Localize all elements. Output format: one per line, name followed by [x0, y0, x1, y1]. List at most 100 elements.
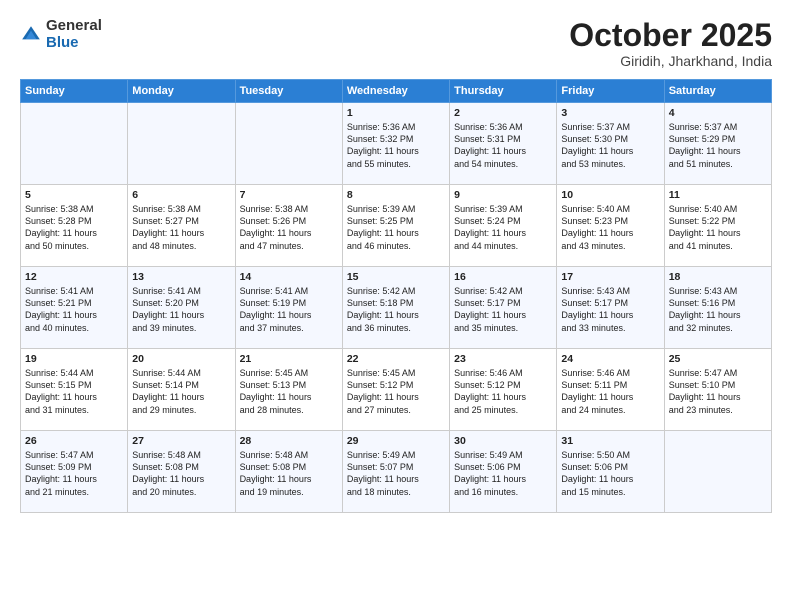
- day-info: Sunrise: 5:49 AMSunset: 5:07 PMDaylight:…: [347, 450, 419, 496]
- day-info: Sunrise: 5:47 AMSunset: 5:10 PMDaylight:…: [669, 368, 741, 414]
- day-cell: 14Sunrise: 5:41 AMSunset: 5:19 PMDayligh…: [235, 267, 342, 349]
- day-number: 31: [561, 435, 659, 447]
- day-cell: 28 Sunrise: 5:48 AMSunset: 5:08 PMDayligh…: [235, 431, 342, 513]
- logo-blue: Blue: [46, 35, 102, 52]
- weekday-header-wednesday: Wednesday: [342, 80, 449, 103]
- day-cell: 26Sunrise: 5:47 AMSunset: 5:09 PMDayligh…: [21, 431, 128, 513]
- day-cell: 20Sunrise: 5:44 AMSunset: 5:14 PMDayligh…: [128, 349, 235, 431]
- day-number: 29: [347, 435, 445, 447]
- day-info: Sunrise: 5:36 AMSunset: 5:31 PMDaylight:…: [454, 122, 526, 168]
- day-cell: 27 Sunrise: 5:48 AMSunset: 5:08 PMDayligh…: [128, 431, 235, 513]
- day-number: 5: [25, 189, 123, 201]
- day-number: 25: [669, 353, 767, 365]
- title-block: October 2025 Giridih, Jharkhand, India: [569, 18, 772, 69]
- day-cell: 11 Sunrise: 5:40 AMSunset: 5:22 PMDayligh…: [664, 185, 771, 267]
- day-number: 10: [561, 189, 659, 201]
- day-cell: 12 Sunrise: 5:41 AMSunset: 5:21 PMDayligh…: [21, 267, 128, 349]
- day-info: Sunrise: 5:39 AMSunset: 5:24 PMDaylight:…: [454, 204, 526, 250]
- page: General Blue October 2025 Giridih, Jhark…: [0, 0, 792, 612]
- day-number: 28: [240, 435, 338, 447]
- day-number: 16: [454, 271, 552, 283]
- header: General Blue October 2025 Giridih, Jhark…: [20, 18, 772, 69]
- day-cell: 6Sunrise: 5:38 AMSunset: 5:27 PMDaylight…: [128, 185, 235, 267]
- day-number: 24: [561, 353, 659, 365]
- day-cell: 24Sunrise: 5:46 AMSunset: 5:11 PMDayligh…: [557, 349, 664, 431]
- day-info: Sunrise: 5:48 AMSunset: 5:08 PMDaylight:…: [240, 450, 312, 496]
- logo-text: General Blue: [46, 18, 102, 51]
- day-number: 23: [454, 353, 552, 365]
- location: Giridih, Jharkhand, India: [569, 53, 772, 69]
- day-number: 30: [454, 435, 552, 447]
- day-info: Sunrise: 5:38 AMSunset: 5:26 PMDaylight:…: [240, 204, 312, 250]
- day-cell: 16 Sunrise: 5:42 AMSunset: 5:17 PMDayligh…: [450, 267, 557, 349]
- day-info: Sunrise: 5:44 AMSunset: 5:14 PMDaylight:…: [132, 368, 204, 414]
- day-info: Sunrise: 5:46 AMSunset: 5:12 PMDaylight:…: [454, 368, 526, 414]
- week-row-5: 26Sunrise: 5:47 AMSunset: 5:09 PMDayligh…: [21, 431, 772, 513]
- weekday-header: SundayMondayTuesdayWednesdayThursdayFrid…: [21, 80, 772, 103]
- day-number: 27: [132, 435, 230, 447]
- day-info: Sunrise: 5:45 AMSunset: 5:12 PMDaylight:…: [347, 368, 419, 414]
- weekday-header-sunday: Sunday: [21, 80, 128, 103]
- day-info: Sunrise: 5:49 AMSunset: 5:06 PMDaylight:…: [454, 450, 526, 496]
- day-info: Sunrise: 5:41 AMSunset: 5:21 PMDaylight:…: [25, 286, 97, 332]
- day-cell: 8 Sunrise: 5:39 AMSunset: 5:25 PMDaylight…: [342, 185, 449, 267]
- day-number: 17: [561, 271, 659, 283]
- day-number: 7: [240, 189, 338, 201]
- day-number: 22: [347, 353, 445, 365]
- day-cell: 5 Sunrise: 5:38 AMSunset: 5:28 PMDaylight…: [21, 185, 128, 267]
- weekday-header-tuesday: Tuesday: [235, 80, 342, 103]
- day-cell: 25 Sunrise: 5:47 AMSunset: 5:10 PMDayligh…: [664, 349, 771, 431]
- day-number: 2: [454, 107, 552, 119]
- day-cell: 23 Sunrise: 5:46 AMSunset: 5:12 PMDayligh…: [450, 349, 557, 431]
- day-number: 19: [25, 353, 123, 365]
- day-info: Sunrise: 5:50 AMSunset: 5:06 PMDaylight:…: [561, 450, 633, 496]
- day-info: Sunrise: 5:43 AMSunset: 5:17 PMDaylight:…: [561, 286, 633, 332]
- day-cell: 19 Sunrise: 5:44 AMSunset: 5:15 PMDayligh…: [21, 349, 128, 431]
- day-info: Sunrise: 5:41 AMSunset: 5:19 PMDaylight:…: [240, 286, 312, 332]
- day-info: Sunrise: 5:41 AMSunset: 5:20 PMDaylight:…: [132, 286, 204, 332]
- day-info: Sunrise: 5:42 AMSunset: 5:17 PMDaylight:…: [454, 286, 526, 332]
- day-number: 21: [240, 353, 338, 365]
- day-info: Sunrise: 5:40 AMSunset: 5:22 PMDaylight:…: [669, 204, 741, 250]
- day-number: 11: [669, 189, 767, 201]
- day-info: Sunrise: 5:48 AMSunset: 5:08 PMDaylight:…: [132, 450, 204, 496]
- day-cell: 9 Sunrise: 5:39 AMSunset: 5:24 PMDaylight…: [450, 185, 557, 267]
- day-cell: 1 Sunrise: 5:36 AMSunset: 5:32 PMDaylight…: [342, 103, 449, 185]
- day-cell: [128, 103, 235, 185]
- day-info: Sunrise: 5:38 AMSunset: 5:28 PMDaylight:…: [25, 204, 97, 250]
- day-number: 12: [25, 271, 123, 283]
- day-info: Sunrise: 5:47 AMSunset: 5:09 PMDaylight:…: [25, 450, 97, 496]
- day-cell: 10Sunrise: 5:40 AMSunset: 5:23 PMDayligh…: [557, 185, 664, 267]
- day-cell: 13 Sunrise: 5:41 AMSunset: 5:20 PMDayligh…: [128, 267, 235, 349]
- day-cell: 4Sunrise: 5:37 AMSunset: 5:29 PMDaylight…: [664, 103, 771, 185]
- month-title: October 2025: [569, 18, 772, 53]
- day-info: Sunrise: 5:37 AMSunset: 5:29 PMDaylight:…: [669, 122, 741, 168]
- weekday-header-friday: Friday: [557, 80, 664, 103]
- day-cell: 31 Sunrise: 5:50 AMSunset: 5:06 PMDayligh…: [557, 431, 664, 513]
- day-number: 1: [347, 107, 445, 119]
- week-row-4: 19 Sunrise: 5:44 AMSunset: 5:15 PMDayligh…: [21, 349, 772, 431]
- logo-general: General: [46, 18, 102, 35]
- day-info: Sunrise: 5:36 AMSunset: 5:32 PMDaylight:…: [347, 122, 419, 168]
- day-info: Sunrise: 5:37 AMSunset: 5:30 PMDaylight:…: [561, 122, 633, 168]
- day-number: 9: [454, 189, 552, 201]
- day-info: Sunrise: 5:42 AMSunset: 5:18 PMDaylight:…: [347, 286, 419, 332]
- weekday-header-saturday: Saturday: [664, 80, 771, 103]
- day-cell: 21 Sunrise: 5:45 AMSunset: 5:13 PMDayligh…: [235, 349, 342, 431]
- day-cell: 18Sunrise: 5:43 AMSunset: 5:16 PMDayligh…: [664, 267, 771, 349]
- day-info: Sunrise: 5:38 AMSunset: 5:27 PMDaylight:…: [132, 204, 204, 250]
- day-info: Sunrise: 5:44 AMSunset: 5:15 PMDaylight:…: [25, 368, 97, 414]
- day-cell: 30 Sunrise: 5:49 AMSunset: 5:06 PMDayligh…: [450, 431, 557, 513]
- day-number: 18: [669, 271, 767, 283]
- day-info: Sunrise: 5:39 AMSunset: 5:25 PMDaylight:…: [347, 204, 419, 250]
- day-cell: 2 Sunrise: 5:36 AMSunset: 5:31 PMDaylight…: [450, 103, 557, 185]
- day-info: Sunrise: 5:45 AMSunset: 5:13 PMDaylight:…: [240, 368, 312, 414]
- day-number: 8: [347, 189, 445, 201]
- day-cell: 17 Sunrise: 5:43 AMSunset: 5:17 PMDayligh…: [557, 267, 664, 349]
- day-cell: [21, 103, 128, 185]
- calendar-body: 1 Sunrise: 5:36 AMSunset: 5:32 PMDaylight…: [21, 103, 772, 513]
- day-cell: 29 Sunrise: 5:49 AMSunset: 5:07 PMDayligh…: [342, 431, 449, 513]
- day-number: 13: [132, 271, 230, 283]
- day-cell: [235, 103, 342, 185]
- day-cell: 7 Sunrise: 5:38 AMSunset: 5:26 PMDaylight…: [235, 185, 342, 267]
